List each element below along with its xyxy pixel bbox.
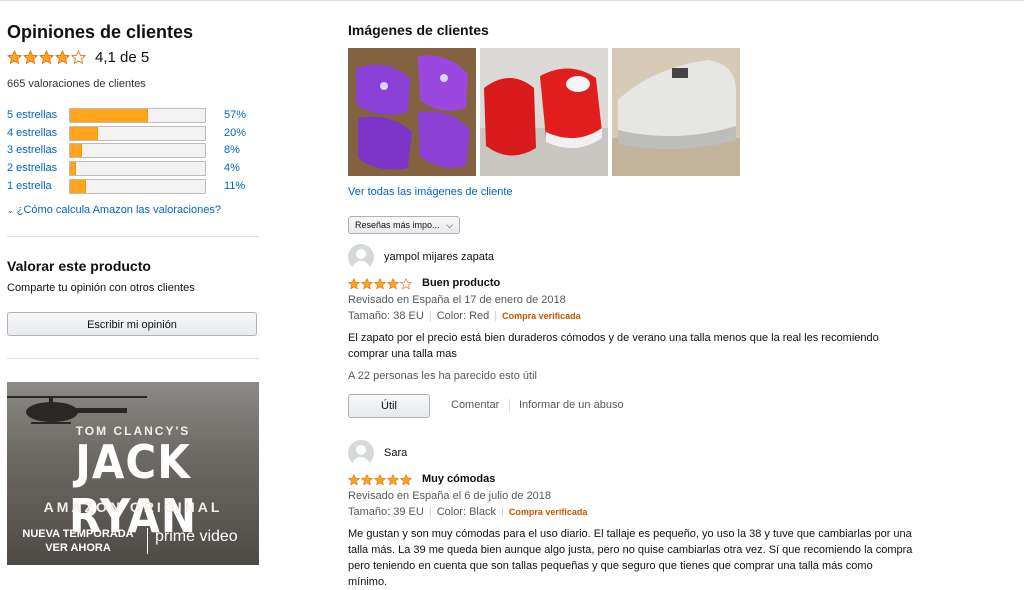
reviewer-name[interactable]: Sara (384, 447, 407, 459)
comment-link[interactable]: Comentar (451, 399, 499, 411)
star-icon (400, 474, 412, 486)
histogram-bar[interactable] (69, 108, 206, 123)
histogram-bar[interactable] (69, 126, 206, 141)
reviewer-avatar (348, 440, 374, 466)
ad-subtitle: AMAZON ORIGINAL (43, 499, 223, 515)
histogram-label[interactable]: 1 estrella (7, 180, 52, 192)
rate-product-heading: Valorar este producto (7, 258, 151, 274)
ad-cta-line2: VER AHORA (45, 542, 111, 554)
prime-video-logo: prime video (155, 528, 238, 545)
star-icon (400, 278, 412, 290)
review-body: El zapato por el precio está bien durade… (348, 332, 879, 360)
histogram-bar[interactable] (69, 161, 206, 176)
sort-selected-value: Reseñas más impo... (355, 220, 440, 230)
histogram-label[interactable]: 5 estrellas (7, 109, 57, 121)
helpful-count: A 22 personas les ha parecido esto útil (348, 370, 537, 382)
section-divider (7, 358, 259, 359)
verified-purchase-badge: Compra verificada (502, 311, 581, 321)
star-icon (361, 474, 373, 486)
customer-images-heading: Imágenes de clientes (348, 22, 489, 38)
histogram-row-3[interactable]: 3 estrellas 8% (7, 143, 259, 159)
average-rating-text: 4,1 de 5 (95, 49, 150, 66)
ad-separator (147, 528, 148, 554)
how-ratings-label[interactable]: ¿Cómo calcula Amazon las valoraciones? (17, 204, 221, 216)
star-icon (374, 278, 386, 290)
action-separator (509, 399, 510, 412)
review-body: Me gustan y son muy cómodas para el uso … (348, 528, 913, 588)
star-icon (348, 474, 360, 486)
review-color[interactable]: Color: Red (437, 310, 490, 322)
review-size[interactable]: Tamaño: 38 EU (348, 310, 424, 322)
sort-reviews-dropdown[interactable]: Reseñas más impo... ⌵ (348, 216, 460, 234)
review-date: Revisado en España el 6 de julio de 2018 (348, 490, 552, 502)
histogram-label[interactable]: 3 estrellas (7, 144, 57, 156)
star-icon (361, 278, 373, 290)
reviews-heading: Opiniones de clientes (7, 22, 194, 42)
rate-product-subtitle: Comparte tu opinión con otros clientes (7, 282, 195, 294)
star-icon (387, 278, 399, 290)
histogram-label[interactable]: 2 estrellas (7, 162, 57, 174)
review-variant-info: Tamaño: 39 EU | Color: Black | Compra verifi… (348, 506, 588, 518)
histogram-bar[interactable] (69, 179, 206, 194)
star-icon (387, 474, 399, 486)
verified-purchase-badge: Compra verificada (508, 507, 588, 517)
how-ratings-calculated-link[interactable]: ⌄ ¿Cómo calcula Amazon las valoraciones? (7, 204, 221, 216)
reviewer-name[interactable]: yampol mijares zapata (384, 251, 494, 263)
histogram-percent[interactable]: 8% (224, 144, 240, 156)
red-shoes-photo (480, 48, 608, 176)
top-divider (0, 0, 1024, 1)
star-icon (7, 50, 22, 64)
white-shoes-photo (612, 48, 740, 176)
histogram-fill (70, 109, 148, 122)
star-icon (374, 474, 386, 486)
see-all-images-link[interactable]: Ver todas las imágenes de cliente (348, 186, 513, 198)
histogram-fill (70, 144, 82, 157)
customer-image-2[interactable] (480, 48, 608, 176)
histogram-row-4[interactable]: 4 estrellas 20% (7, 126, 259, 142)
star-icon (348, 278, 360, 290)
chevron-down-icon: ⌄ (7, 206, 14, 215)
review-title[interactable]: Buen producto (422, 277, 500, 289)
histogram-fill (70, 180, 86, 193)
histogram-row-2[interactable]: 2 estrellas 4% (7, 161, 259, 177)
customer-image-3[interactable] (612, 48, 740, 176)
histogram-row-5[interactable]: 5 estrellas 57% (7, 108, 259, 124)
histogram-percent[interactable]: 4% (224, 162, 240, 174)
star-icon (23, 50, 38, 64)
section-divider (7, 236, 259, 237)
histogram-bar[interactable] (69, 143, 206, 158)
write-review-button[interactable]: Escribir mi opinión (7, 312, 257, 336)
review-color[interactable]: Color: Black (437, 506, 496, 518)
histogram-percent[interactable]: 20% (224, 127, 246, 139)
ad-call-to-action: NUEVA TEMPORADA VER AHORA (15, 527, 141, 555)
total-ratings: 665 valoraciones de clientes (7, 78, 146, 90)
histogram-percent[interactable]: 11% (224, 180, 245, 192)
histogram-label[interactable]: 4 estrellas (7, 127, 57, 139)
customer-image-1[interactable] (348, 48, 476, 176)
star-icon (39, 50, 54, 64)
purple-shoes-photo (348, 48, 476, 176)
chevron-down-icon: ⌵ (446, 220, 453, 230)
helpful-button[interactable]: Útil (348, 394, 430, 418)
histogram-percent[interactable]: 57% (224, 109, 246, 121)
review-title[interactable]: Muy cómodas (422, 473, 495, 485)
histogram-fill (70, 127, 98, 140)
review-size[interactable]: Tamaño: 39 EU (348, 506, 424, 518)
jack-ryan-ad-banner[interactable]: TOM CLANCY'S JACK RYAN AMAZON ORIGINAL N… (7, 382, 259, 565)
histogram-fill (70, 162, 77, 175)
review-variant-info: Tamaño: 38 EU | Color: Red | Compra verifica… (348, 310, 581, 322)
reviewer-avatar (348, 244, 374, 270)
review-date: Revisado en España el 17 de enero de 201… (348, 294, 566, 306)
star-icon (71, 50, 86, 64)
ad-cta-line1: NUEVA TEMPORADA (22, 528, 134, 540)
star-icon (55, 50, 70, 64)
report-abuse-link[interactable]: Informar de un abuso (519, 399, 624, 411)
average-stars (7, 50, 87, 66)
histogram-row-1[interactable]: 1 estrella 11% (7, 179, 259, 195)
